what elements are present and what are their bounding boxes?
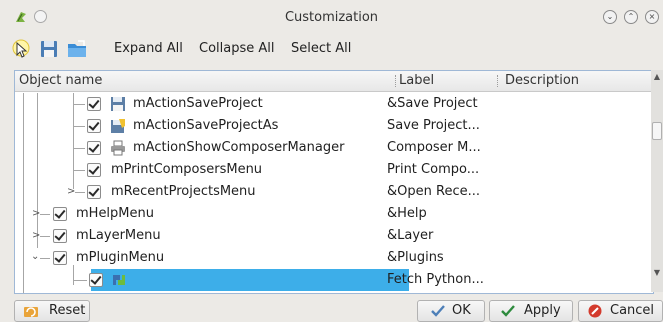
reset-icon xyxy=(24,307,38,317)
python-plugin-icon xyxy=(113,275,125,285)
title-bar: Customization ⌄ ⌃ × xyxy=(0,0,663,34)
tree-connector xyxy=(75,192,85,193)
tree-connector xyxy=(73,280,87,281)
check-icon xyxy=(501,305,515,317)
row-checkbox[interactable] xyxy=(87,119,101,133)
object-label: &Layer xyxy=(387,228,434,243)
printer-icon xyxy=(111,140,125,156)
tree-connector xyxy=(73,148,85,149)
column-separator xyxy=(497,75,499,87)
apply-button[interactable]: Apply xyxy=(489,300,573,322)
object-label: Save Project... xyxy=(387,118,480,133)
tree-row[interactable]: mActionShowComposerManager Composer M... xyxy=(15,137,653,159)
object-label: &Help xyxy=(387,206,427,221)
object-tree[interactable]: Object name Label Description mActionSav… xyxy=(14,70,654,294)
object-label: &Open Rece... xyxy=(387,184,480,199)
row-checkbox[interactable] xyxy=(87,185,101,199)
select-all-button[interactable]: Select All xyxy=(291,41,351,56)
row-checkbox[interactable] xyxy=(87,97,101,111)
tree-header: Object name Label Description xyxy=(15,71,653,92)
object-label: &Save Project xyxy=(387,96,478,111)
scroll-up-arrow-icon[interactable]: ▲ xyxy=(651,72,663,82)
row-checkbox[interactable] xyxy=(87,141,101,155)
row-checkbox[interactable] xyxy=(53,229,67,243)
tree-row[interactable]: > mRecentProjectsMenu &Open Rece... xyxy=(15,181,653,203)
object-name: mActionSaveProject xyxy=(133,96,263,111)
tree-connector xyxy=(73,170,85,171)
catch-widget-icon[interactable] xyxy=(10,38,32,60)
tree-row[interactable]: mActionSaveProject &Save Project xyxy=(15,93,653,115)
window-title: Customization xyxy=(284,10,379,25)
vertical-scrollbar[interactable]: ▲ ▼ xyxy=(651,70,663,292)
object-name: mHelpMenu xyxy=(76,206,154,221)
row-checkbox[interactable] xyxy=(87,163,101,177)
object-label: Print Compo... xyxy=(387,162,480,177)
column-header-object-name[interactable]: Object name xyxy=(19,73,102,88)
object-name: mRecentProjectsMenu xyxy=(111,184,256,199)
object-name: mActionSaveProjectAs xyxy=(133,118,279,133)
apply-button-label: Apply xyxy=(524,303,561,318)
column-header-description[interactable]: Description xyxy=(505,73,579,88)
collapse-arrow-icon[interactable]: ⌄ xyxy=(31,251,39,262)
tree-row-selected[interactable]: Fetch Python... xyxy=(15,269,653,291)
tree-connector xyxy=(73,104,85,105)
object-label: Fetch Python... xyxy=(387,272,484,287)
row-checkbox[interactable] xyxy=(53,251,67,265)
cancel-icon xyxy=(588,304,602,318)
reset-button[interactable]: Reset xyxy=(14,300,90,322)
object-label: Composer M... xyxy=(387,140,481,155)
object-name: mPrintComposersMenu xyxy=(111,162,263,177)
tree-row[interactable]: > mHelpMenu &Help xyxy=(15,203,653,225)
tree-connector xyxy=(40,214,50,215)
tree-row[interactable]: mPrintComposersMenu Print Compo... xyxy=(15,159,653,181)
object-label: &Plugins xyxy=(387,250,444,265)
tree-row[interactable]: > mLayerMenu &Layer xyxy=(15,225,653,247)
ok-button[interactable]: OK xyxy=(417,300,485,322)
tree-row[interactable]: mActionSaveProjectAs Save Project... xyxy=(15,115,653,137)
maximize-button[interactable]: ⌃ xyxy=(624,10,638,24)
save-as-icon xyxy=(111,119,125,133)
scrollbar-thumb[interactable] xyxy=(652,122,662,140)
ok-button-label: OK xyxy=(452,303,471,318)
row-checkbox[interactable] xyxy=(53,207,67,221)
save-icon xyxy=(111,97,125,111)
object-name: mPluginMenu xyxy=(76,250,165,265)
minimize-button[interactable]: ⌄ xyxy=(603,10,617,24)
column-separator xyxy=(395,75,397,87)
tree-connector xyxy=(73,126,85,127)
tree-connector xyxy=(40,258,50,259)
row-checkbox[interactable] xyxy=(89,273,103,287)
open-icon[interactable] xyxy=(66,38,88,60)
check-icon xyxy=(431,305,445,317)
close-button[interactable]: × xyxy=(645,10,659,24)
tree-row[interactable]: ⌄ mPluginMenu &Plugins xyxy=(15,247,653,269)
collapse-all-button[interactable]: Collapse All xyxy=(199,41,275,56)
cancel-button[interactable]: Cancel xyxy=(578,300,663,322)
tree-connector xyxy=(40,236,50,237)
column-header-label[interactable]: Label xyxy=(399,73,434,88)
scroll-down-arrow-icon[interactable]: ▼ xyxy=(651,268,663,278)
expand-all-button[interactable]: Expand All xyxy=(114,41,183,56)
selection-highlight xyxy=(91,269,409,291)
save-icon[interactable] xyxy=(38,38,60,60)
object-name: mLayerMenu xyxy=(76,228,161,243)
cancel-button-label: Cancel xyxy=(610,303,655,318)
reset-button-label: Reset xyxy=(49,303,86,318)
object-name: mActionShowComposerManager xyxy=(133,140,345,155)
